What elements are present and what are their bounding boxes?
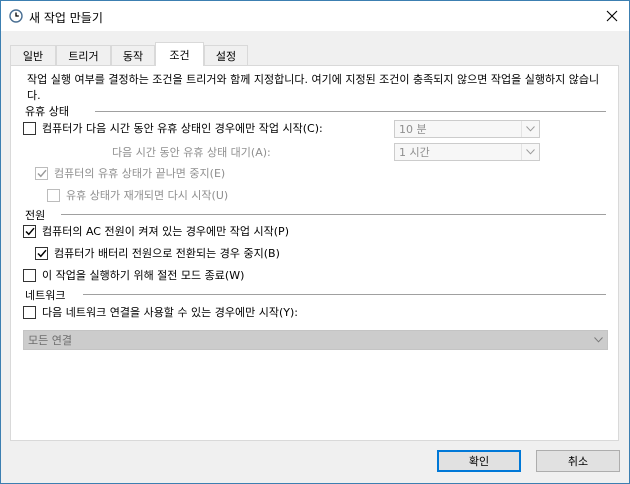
network-connection-select[interactable]: 모든 연결: [23, 330, 608, 350]
tab-conditions[interactable]: 조건: [155, 42, 204, 66]
ac-power-only-label: 컴퓨터의 AC 전원이 켜져 있는 경우에만 작업 시작(P): [42, 225, 289, 238]
wait-duration-combo[interactable]: 1 시간: [394, 143, 540, 161]
network-connection-value: 모든 연결: [28, 334, 72, 347]
start-only-if-idle-checkbox[interactable]: [23, 121, 36, 135]
stop-if-not-idle-row[interactable]: 컴퓨터의 유휴 상태가 끝나면 중지(E): [35, 165, 225, 181]
tab-actions[interactable]: 동작: [111, 45, 155, 65]
start-only-if-idle-row[interactable]: 컴퓨터가 다음 시간 동안 유휴 상태인 경우에만 작업 시작(C):: [23, 120, 323, 136]
restart-if-idle-label: 유휴 상태가 재개되면 다시 시작(U): [66, 189, 229, 202]
network-only-row[interactable]: 다음 네트워크 연결을 사용할 수 있는 경우에만 시작(Y):: [23, 304, 298, 320]
task-scheduler-clock-icon: [9, 9, 23, 23]
section-power-divider: [61, 214, 606, 215]
chevron-down-icon: [521, 121, 539, 137]
wait-idle-label: 다음 시간 동안 유휴 상태 대기(A):: [112, 146, 271, 159]
ac-power-only-row[interactable]: 컴퓨터의 AC 전원이 켜져 있는 경우에만 작업 시작(P): [23, 223, 289, 239]
idle-duration-value: 10 분: [399, 123, 427, 136]
tab-triggers[interactable]: 트리거: [56, 45, 111, 65]
ok-button[interactable]: 확인: [437, 450, 521, 472]
tab-settings[interactable]: 설정: [204, 45, 248, 65]
section-idle-label: 유휴 상태: [25, 105, 69, 118]
check-icon: [36, 169, 47, 177]
section-network-divider: [83, 294, 606, 295]
close-button[interactable]: [601, 5, 623, 27]
close-icon: [606, 10, 618, 22]
network-only-label: 다음 네트워크 연결을 사용할 수 있는 경우에만 시작(Y):: [42, 306, 299, 319]
title-bar[interactable]: 새 작업 만들기: [1, 1, 629, 31]
wake-to-run-label: 이 작업을 실행하기 위해 절전 모드 종료(W): [42, 269, 245, 282]
start-only-if-idle-label: 컴퓨터가 다음 시간 동안 유휴 상태인 경우에만 작업 시작(C):: [42, 122, 323, 135]
cancel-button[interactable]: 취소: [536, 450, 620, 472]
description-text: 작업 실행 여부를 결정하는 조건을 트리거와 함께 지정합니다. 여기에 지정…: [27, 73, 600, 102]
chevron-down-icon: [521, 144, 539, 160]
window-title: 새 작업 만들기: [29, 11, 103, 25]
stop-on-battery-checkbox[interactable]: [35, 246, 48, 260]
stop-if-not-idle-checkbox[interactable]: [35, 166, 48, 180]
wait-duration-value: 1 시간: [399, 146, 430, 159]
wake-to-run-row[interactable]: 이 작업을 실행하기 위해 절전 모드 종료(W): [23, 267, 244, 283]
section-power-label: 전원: [25, 209, 46, 222]
conditions-panel: 작업 실행 여부를 결정하는 조건을 트리거와 함께 지정합니다. 여기에 지정…: [10, 65, 619, 441]
network-only-checkbox[interactable]: [23, 305, 36, 319]
stop-if-not-idle-label: 컴퓨터의 유휴 상태가 끝나면 중지(E): [54, 167, 226, 180]
check-icon: [36, 249, 47, 257]
section-idle-divider: [95, 111, 606, 112]
chevron-down-icon: [591, 333, 605, 347]
check-icon: [24, 227, 35, 235]
stop-on-battery-label: 컴퓨터가 배터리 전원으로 전환되는 경우 중지(B): [54, 247, 280, 260]
ac-power-only-checkbox[interactable]: [23, 224, 36, 238]
idle-duration-combo[interactable]: 10 분: [394, 120, 540, 138]
create-task-dialog: 새 작업 만들기 일반 트리거 동작 조건 설정 작업 실행 여부를 결정하는 …: [0, 0, 630, 484]
tab-general[interactable]: 일반: [10, 45, 56, 65]
restart-if-idle-checkbox[interactable]: [47, 188, 60, 202]
stop-on-battery-row[interactable]: 컴퓨터가 배터리 전원으로 전환되는 경우 중지(B): [35, 245, 280, 261]
wake-to-run-checkbox[interactable]: [23, 268, 36, 282]
restart-if-idle-row[interactable]: 유휴 상태가 재개되면 다시 시작(U): [47, 187, 228, 203]
section-network-label: 네트워크: [25, 289, 66, 302]
